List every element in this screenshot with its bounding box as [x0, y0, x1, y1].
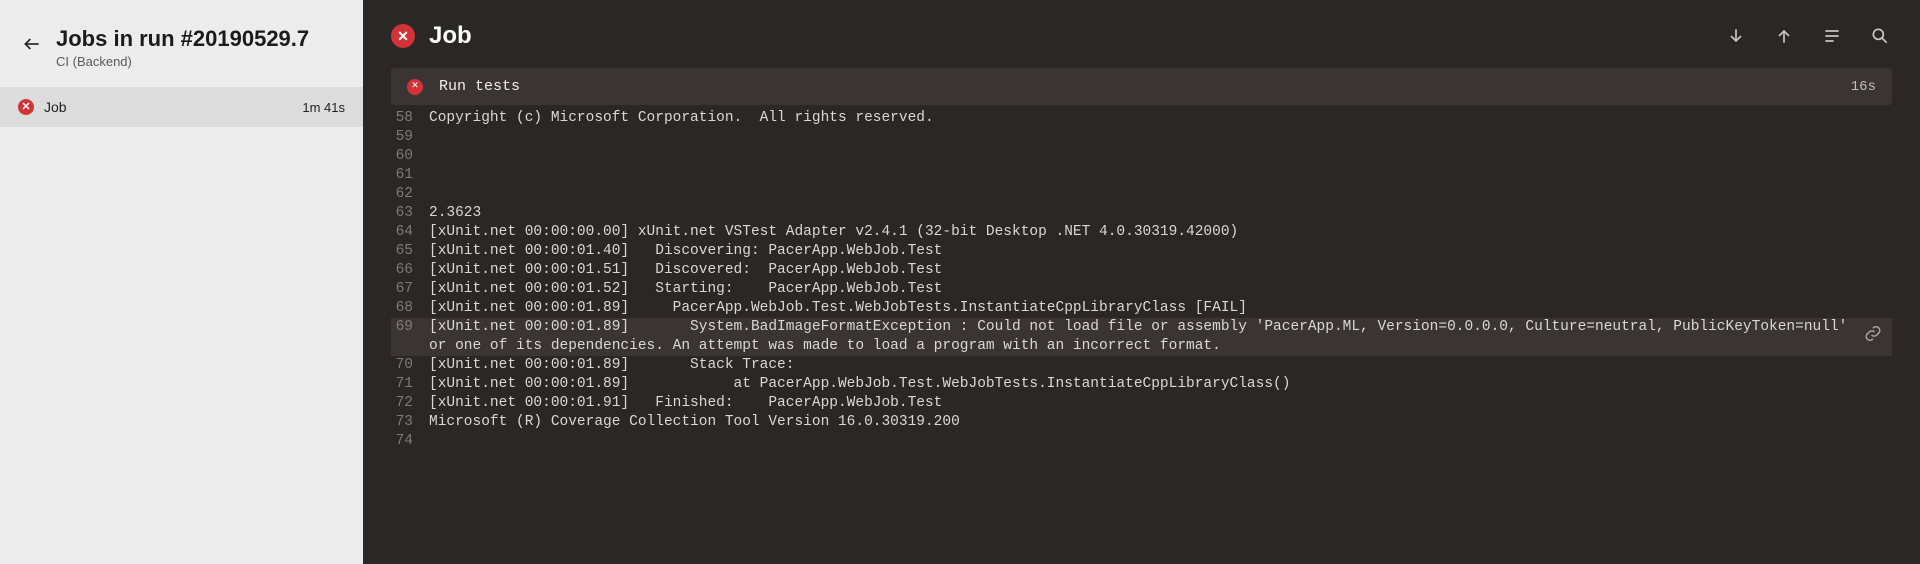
job-duration: 1m 41s	[302, 100, 345, 115]
word-wrap-button[interactable]	[1820, 24, 1844, 48]
line-number: 67	[391, 280, 429, 299]
job-list: ✕ Job 1m 41s	[0, 87, 363, 127]
log-toolbar	[1724, 24, 1892, 48]
line-number: 71	[391, 375, 429, 394]
line-text: [xUnit.net 00:00:01.40] Discovering: Pac…	[429, 242, 1892, 261]
status-failed-icon: ✕	[407, 79, 423, 95]
line-number: 73	[391, 413, 429, 432]
log-output[interactable]: 58Copyright (c) Microsoft Corporation. A…	[391, 109, 1892, 451]
line-text: [xUnit.net 00:00:01.89] System.BadImageF…	[429, 318, 1892, 356]
job-title: Job	[429, 22, 472, 50]
log-line[interactable]: 68[xUnit.net 00:00:01.89] PacerApp.WebJo…	[391, 299, 1892, 318]
line-number: 63	[391, 204, 429, 223]
step-name: Run tests	[439, 78, 520, 95]
line-number: 62	[391, 185, 429, 204]
log-line[interactable]: 66[xUnit.net 00:00:01.51] Discovered: Pa…	[391, 261, 1892, 280]
line-number: 61	[391, 166, 429, 185]
line-text: Copyright (c) Microsoft Corporation. All…	[429, 109, 1892, 128]
sidebar-header: Jobs in run #20190529.7 CI (Backend)	[0, 0, 363, 87]
scroll-up-button[interactable]	[1772, 24, 1796, 48]
scroll-down-button[interactable]	[1724, 24, 1748, 48]
log-line[interactable]: 65[xUnit.net 00:00:01.40] Discovering: P…	[391, 242, 1892, 261]
log-line[interactable]: 70[xUnit.net 00:00:01.89] Stack Trace:	[391, 356, 1892, 375]
log-line[interactable]: 73Microsoft (R) Coverage Collection Tool…	[391, 413, 1892, 432]
line-number: 68	[391, 299, 429, 318]
log-line[interactable]: 60	[391, 147, 1892, 166]
pipeline-name: CI (Backend)	[56, 54, 309, 69]
line-number: 66	[391, 261, 429, 280]
job-name: Job	[44, 99, 292, 115]
line-text: [xUnit.net 00:00:01.51] Discovered: Pace…	[429, 261, 1892, 280]
status-failed-icon: ✕	[18, 99, 34, 115]
line-text: [xUnit.net 00:00:01.91] Finished: PacerA…	[429, 394, 1892, 413]
log-line[interactable]: 632.3623	[391, 204, 1892, 223]
log-line[interactable]: 69[xUnit.net 00:00:01.89] System.BadImag…	[391, 318, 1892, 356]
log-line[interactable]: 74	[391, 432, 1892, 451]
line-number: 60	[391, 147, 429, 166]
line-text: [xUnit.net 00:00:01.89] PacerApp.WebJob.…	[429, 299, 1892, 318]
back-button[interactable]	[20, 32, 44, 56]
log-line[interactable]: 72[xUnit.net 00:00:01.91] Finished: Pace…	[391, 394, 1892, 413]
line-text: [xUnit.net 00:00:00.00] xUnit.net VSTest…	[429, 223, 1892, 242]
line-number: 69	[391, 318, 429, 337]
line-number: 72	[391, 394, 429, 413]
jobs-sidebar: Jobs in run #20190529.7 CI (Backend) ✕ J…	[0, 0, 363, 564]
log-header: ✕ Job	[363, 0, 1920, 68]
status-failed-icon: ✕	[391, 24, 415, 48]
line-number: 58	[391, 109, 429, 128]
page-title: Jobs in run #20190529.7	[56, 26, 309, 52]
log-line[interactable]: 58Copyright (c) Microsoft Corporation. A…	[391, 109, 1892, 128]
line-number: 65	[391, 242, 429, 261]
log-panel: ✕ Job ✕ Run tests 16s 58Copyright (c) Mi…	[363, 0, 1920, 564]
log-line[interactable]: 61	[391, 166, 1892, 185]
line-text: [xUnit.net 00:00:01.89] at PacerApp.WebJ…	[429, 375, 1892, 394]
job-row[interactable]: ✕ Job 1m 41s	[0, 87, 363, 127]
line-text: 2.3623	[429, 204, 1892, 223]
copy-link-icon[interactable]	[1864, 325, 1882, 350]
log-line[interactable]: 62	[391, 185, 1892, 204]
line-text: [xUnit.net 00:00:01.52] Starting: PacerA…	[429, 280, 1892, 299]
log-line[interactable]: 64[xUnit.net 00:00:00.00] xUnit.net VSTe…	[391, 223, 1892, 242]
line-text: Microsoft (R) Coverage Collection Tool V…	[429, 413, 1892, 432]
sidebar-header-text: Jobs in run #20190529.7 CI (Backend)	[56, 26, 309, 69]
line-number: 59	[391, 128, 429, 147]
search-button[interactable]	[1868, 24, 1892, 48]
line-number: 74	[391, 432, 429, 451]
line-number: 64	[391, 223, 429, 242]
line-text: [xUnit.net 00:00:01.89] Stack Trace:	[429, 356, 1892, 375]
log-line[interactable]: 71[xUnit.net 00:00:01.89] at PacerApp.We…	[391, 375, 1892, 394]
log-line[interactable]: 59	[391, 128, 1892, 147]
log-line[interactable]: 67[xUnit.net 00:00:01.52] Starting: Pace…	[391, 280, 1892, 299]
step-header[interactable]: ✕ Run tests 16s	[391, 68, 1892, 105]
line-number: 70	[391, 356, 429, 375]
step-duration: 16s	[1851, 79, 1876, 95]
